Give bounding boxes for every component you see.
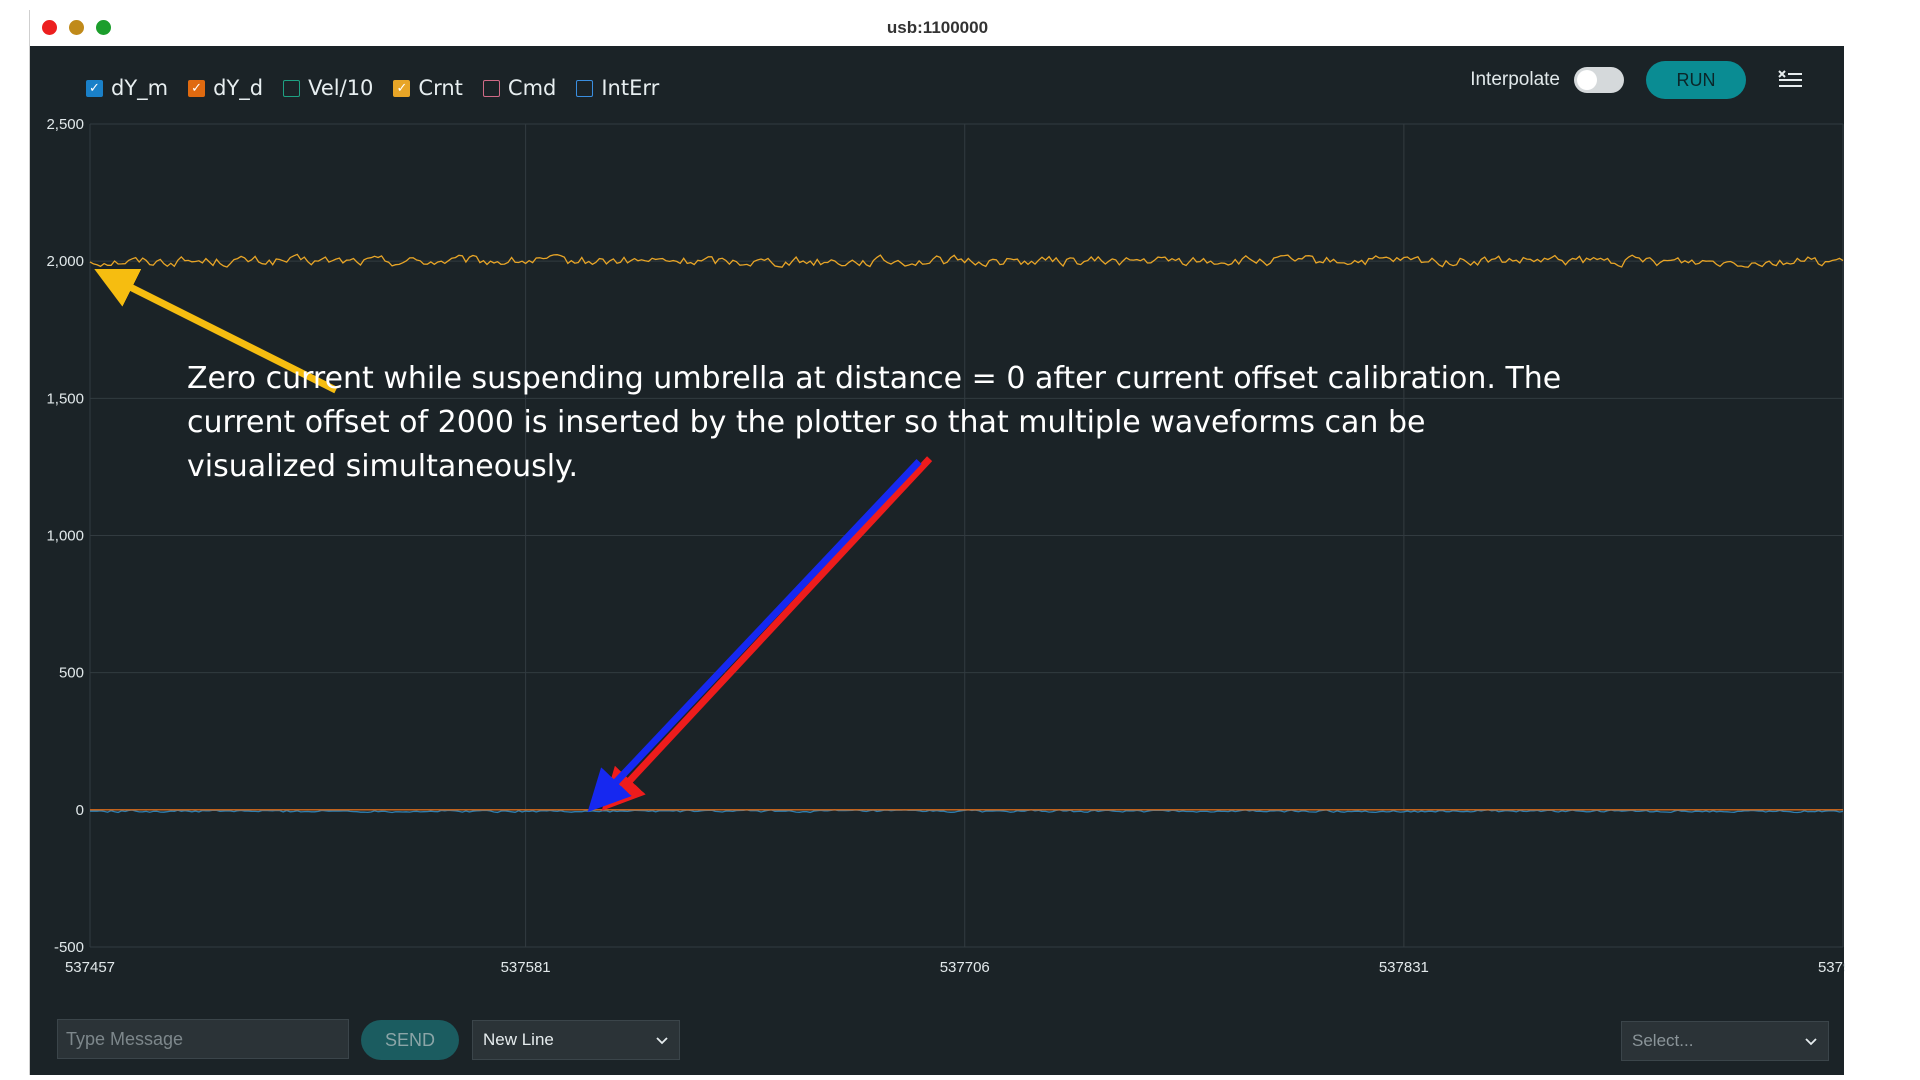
legend-item-cmd[interactable]: Cmd <box>482 76 557 100</box>
y-tick-label: 0 <box>76 802 84 819</box>
y-tick-label: -500 <box>54 939 84 956</box>
y-tick-label: 1,500 <box>46 390 84 407</box>
y-tick-label: 2,000 <box>46 253 84 270</box>
x-tick-label: 537457 <box>65 959 115 976</box>
legend-label: dY_d <box>213 76 264 100</box>
annotation-line: Zero current while suspending umbrella a… <box>187 361 1561 396</box>
series-checkbox[interactable]: ✓ <box>86 79 103 97</box>
legend-item-crnt[interactable]: ✓ Crnt <box>393 76 463 100</box>
chevron-down-icon <box>1805 1038 1817 1046</box>
legend-item-interr[interactable]: IntErr <box>576 76 659 100</box>
series-legend: ✓ dY_m ✓ dY_d Vel/10 ✓ Crnt Cmd IntErr <box>86 66 659 110</box>
baud-rate-select[interactable]: Select... <box>1621 1021 1829 1061</box>
y-tick-label: 1,000 <box>46 528 84 545</box>
x-tick-label: 537956 <box>1818 959 1845 976</box>
y-tick-label: 500 <box>59 665 84 682</box>
annotation-line: visualized simultaneously. <box>187 449 578 484</box>
interpolate-label: Interpolate <box>1470 69 1560 90</box>
message-input[interactable] <box>57 1019 349 1059</box>
chevron-down-icon <box>656 1037 668 1045</box>
legend-label: Crnt <box>418 76 463 100</box>
series-checkbox[interactable]: ✓ <box>188 79 206 97</box>
series-checkbox[interactable]: ✓ <box>393 79 411 97</box>
line-ending-value: New Line <box>483 1030 554 1049</box>
legend-label: Vel/10 <box>308 76 374 100</box>
plot-controls: Interpolate RUN <box>1470 59 1804 101</box>
interpolate-toggle[interactable] <box>1574 67 1624 93</box>
red-arrow <box>601 456 933 811</box>
x-tick-label: 537706 <box>940 959 990 976</box>
plot-canvas: -500 0 500 1,000 1,500 2,000 2,500 537457 537581… <box>46 116 1845 976</box>
y-tick-label: 2,500 <box>46 116 84 133</box>
x-tick-label: 537831 <box>1379 959 1429 976</box>
x-tick-label: 537581 <box>501 959 551 976</box>
baud-rate-placeholder: Select... <box>1632 1031 1694 1050</box>
legend-item-dy-d[interactable]: ✓ dY_d <box>188 76 263 100</box>
serial-plotter-window: usb:1100000 -500 0 500 1,000 1,500 2,000 2,500… <box>29 10 1845 1075</box>
annotation-line: current offset of 2000 is inserted by th… <box>187 405 1425 440</box>
run-button[interactable]: RUN <box>1646 61 1746 99</box>
legend-label: dY_m <box>111 76 169 100</box>
legend-item-vel-10[interactable]: Vel/10 <box>283 76 373 100</box>
toggle-knob <box>1577 70 1597 90</box>
legend-label: IntErr <box>601 76 660 100</box>
legend-item-dy-m[interactable]: ✓ dY_m <box>86 76 168 100</box>
line-ending-select[interactable]: New Line <box>472 1020 680 1060</box>
send-button[interactable]: SEND <box>361 1020 459 1060</box>
list-settings-icon[interactable] <box>1776 66 1804 94</box>
series-checkbox[interactable] <box>283 79 301 97</box>
blue-arrow <box>587 459 922 813</box>
legend-label: Cmd <box>507 76 557 100</box>
series-checkbox[interactable] <box>482 79 500 97</box>
series-checkbox[interactable] <box>576 79 594 97</box>
